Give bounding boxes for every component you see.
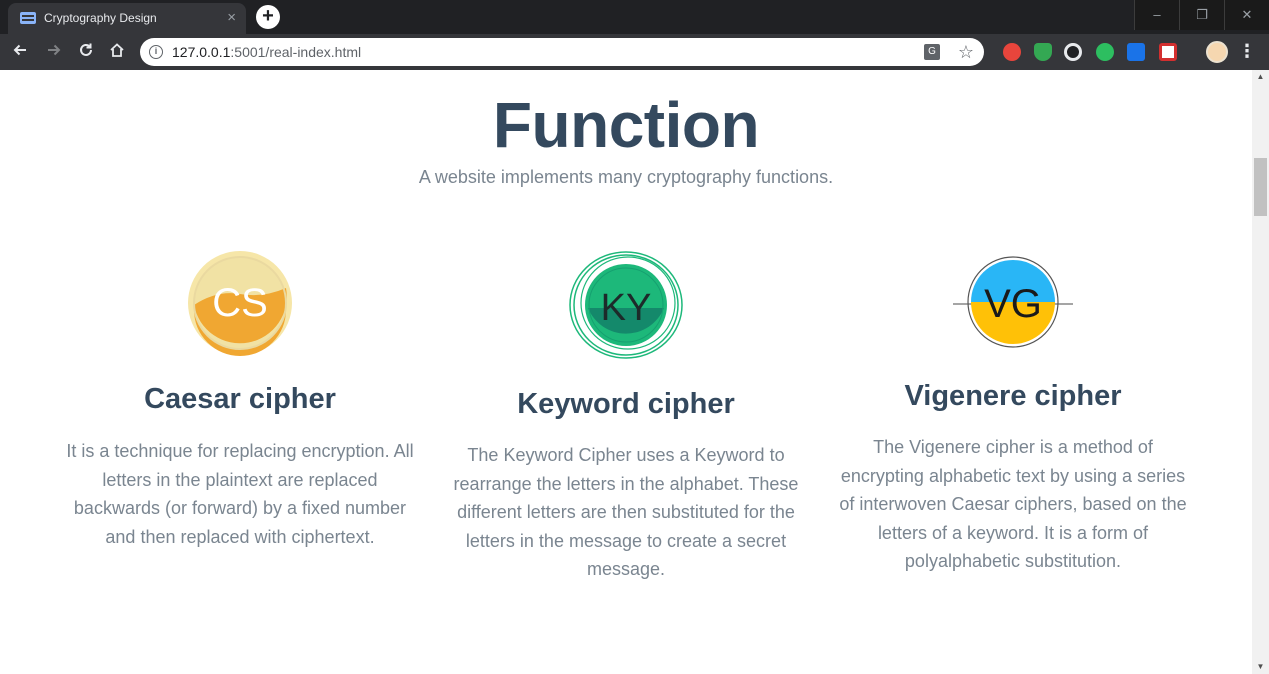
back-arrow-icon[interactable] bbox=[8, 40, 32, 64]
feature-title: Vigenere cipher bbox=[904, 380, 1122, 412]
keyword-logo-text: KY bbox=[601, 287, 652, 329]
feature-vigenere: VG Vigenere cipher The Vigenere cipher i… bbox=[838, 70, 1188, 674]
tab-close-icon[interactable]: × bbox=[227, 9, 236, 27]
address-bar[interactable]: i 127.0.0.1:5001/real-index.html G ☆ bbox=[140, 38, 984, 66]
page-viewport: Function A website implements many crypt… bbox=[0, 70, 1252, 674]
extension-puzzle-icon[interactable] bbox=[1127, 43, 1145, 61]
window-controls: – ❐ ✕ bbox=[1134, 0, 1269, 30]
close-window-button[interactable]: ✕ bbox=[1224, 0, 1269, 30]
url-path: :5001/real-index.html bbox=[230, 44, 362, 60]
profile-avatar[interactable] bbox=[1206, 41, 1228, 63]
browser-toolbar: i 127.0.0.1:5001/real-index.html G ☆ ⋮ bbox=[0, 34, 1269, 70]
page-scrollbar[interactable]: ▲ ▼ bbox=[1252, 70, 1269, 674]
tab-title: Cryptography Design bbox=[44, 11, 157, 25]
scroll-up-arrow-icon[interactable]: ▲ bbox=[1252, 70, 1269, 84]
info-icon[interactable]: i bbox=[149, 45, 163, 59]
menu-icon[interactable]: ⋮ bbox=[1238, 40, 1256, 62]
reload-icon[interactable] bbox=[74, 40, 98, 64]
url-host: 127.0.0.1 bbox=[172, 44, 231, 60]
feature-keyword: KY Keyword cipher The Keyword Cipher use… bbox=[446, 70, 806, 674]
scroll-down-arrow-icon[interactable]: ▼ bbox=[1252, 660, 1269, 674]
extension-infinity-icon[interactable] bbox=[1003, 43, 1021, 61]
vigenere-logo-icon: VG bbox=[953, 256, 1073, 348]
feature-description: The Keyword Cipher uses a Keyword to rea… bbox=[453, 445, 799, 580]
browser-tab[interactable]: Cryptography Design × bbox=[8, 3, 246, 34]
feature-description: The Vigenere cipher is a method of encry… bbox=[839, 437, 1187, 572]
translate-icon[interactable]: G bbox=[924, 44, 940, 60]
forward-arrow-icon[interactable] bbox=[42, 40, 66, 64]
caesar-logo-icon: CS bbox=[188, 251, 292, 356]
home-icon[interactable] bbox=[105, 40, 129, 64]
browser-titlebar: Cryptography Design × + – ❐ ✕ bbox=[0, 0, 1269, 34]
caesar-logo-text: CS bbox=[212, 281, 268, 325]
new-tab-button[interactable]: + bbox=[256, 5, 280, 29]
extension-shield-icon[interactable] bbox=[1034, 43, 1052, 61]
feature-caesar: CS Caesar cipher It is a technique for r… bbox=[60, 70, 420, 674]
vigenere-logo-text: VG bbox=[984, 282, 1042, 326]
feature-description: It is a technique for replacing encrypti… bbox=[66, 441, 414, 547]
scroll-thumb[interactable] bbox=[1254, 158, 1267, 216]
extension-pocket-icon[interactable] bbox=[1159, 43, 1177, 61]
minimize-button[interactable]: – bbox=[1134, 0, 1179, 30]
extension-evernote-icon[interactable] bbox=[1096, 43, 1114, 61]
page-favicon-icon bbox=[20, 12, 36, 24]
url-text[interactable]: 127.0.0.1:5001/real-index.html bbox=[172, 44, 361, 60]
extension-c-icon[interactable] bbox=[1064, 43, 1082, 61]
feature-title: Caesar cipher bbox=[144, 383, 336, 415]
keyword-logo-icon: KY bbox=[569, 251, 683, 359]
feature-title: Keyword cipher bbox=[517, 388, 735, 420]
restore-button[interactable]: ❐ bbox=[1179, 0, 1224, 30]
star-icon[interactable]: ☆ bbox=[958, 41, 974, 63]
